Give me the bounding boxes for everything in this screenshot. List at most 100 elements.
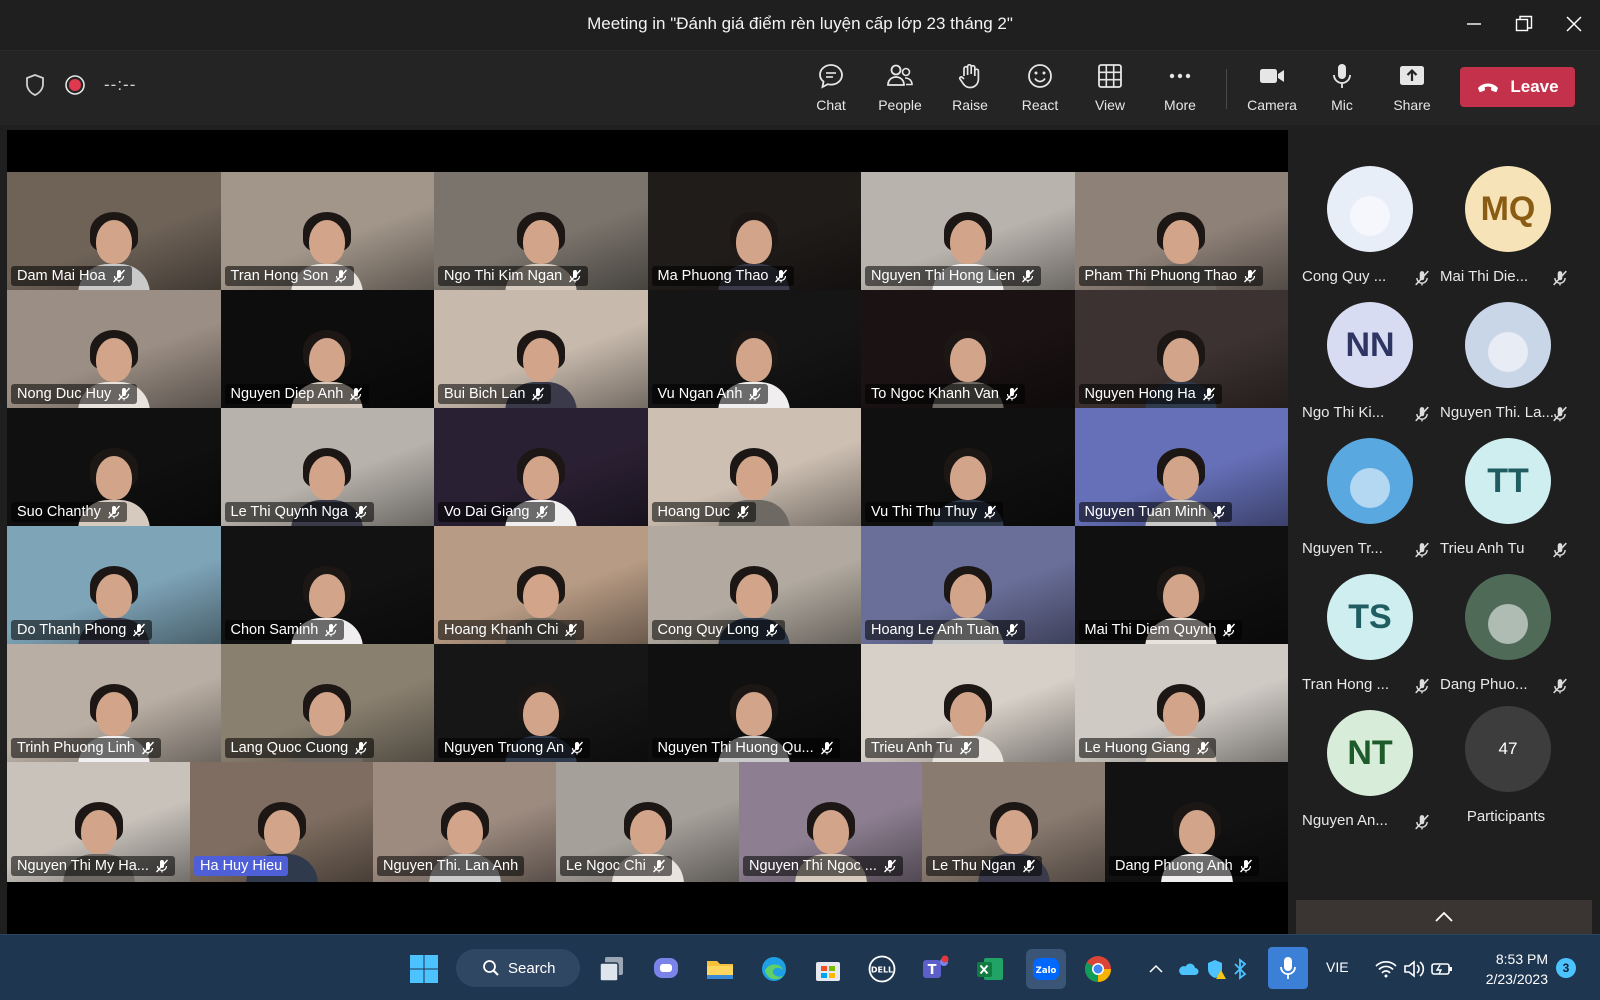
dell-app[interactable]: DELL [864, 951, 900, 987]
video-tile[interactable]: Tran Hong Son [220, 172, 434, 292]
camera-button[interactable]: Camera [1242, 61, 1302, 117]
hand-icon [958, 63, 980, 89]
onedrive-tray-button[interactable] [1176, 951, 1200, 987]
video-tile[interactable]: Nguyen Hong Ha [1074, 290, 1288, 410]
participant-card[interactable]: MQ Mai Thi Die... [1436, 130, 1576, 286]
participant-card[interactable]: Nguyen Thi. La... [1436, 266, 1576, 422]
participant-card[interactable]: NN Ngo Thi Ki... [1298, 266, 1438, 422]
video-tile[interactable]: Nguyen Thi Ngoc ... [739, 762, 922, 882]
video-tile[interactable]: Nguyen Diep Anh [220, 290, 434, 410]
chrome-app[interactable] [1080, 951, 1116, 987]
video-tile[interactable]: Le Ngoc Chi [556, 762, 739, 882]
people-button[interactable]: People [870, 61, 930, 117]
video-tile[interactable]: Le Thi Quynh Nga [220, 408, 434, 528]
chat-button[interactable]: Chat [801, 61, 861, 117]
participant-card[interactable]: Nguyen Tr... [1298, 402, 1438, 558]
show-hidden-icons-button[interactable] [1146, 951, 1166, 987]
close-button[interactable] [1554, 8, 1594, 40]
participant-card[interactable]: NT Nguyen An... [1298, 674, 1438, 830]
video-tile[interactable]: Vu Ngan Anh [647, 290, 861, 410]
start-button[interactable] [406, 951, 442, 987]
shield-icon[interactable] [24, 73, 46, 97]
collapse-panel-button[interactable] [1296, 900, 1592, 934]
video-tile[interactable]: Nguyen Thi Huong Qu... [647, 644, 861, 764]
wifi-tray-button[interactable] [1374, 951, 1398, 987]
video-tile[interactable]: Lang Quoc Cuong [220, 644, 434, 764]
video-tile[interactable]: Trinh Phuong Linh [7, 644, 221, 764]
avatar [1465, 574, 1551, 660]
view-label: View [1094, 97, 1126, 113]
notification-center-button[interactable]: 3 [1556, 958, 1576, 978]
taskbar-clock[interactable]: 8:53 PM 2/23/2023 [1470, 951, 1548, 987]
video-tile[interactable]: Bui Bich Lan [434, 290, 648, 410]
participant-card[interactable]: TS Tran Hong ... [1298, 538, 1438, 694]
store-app[interactable] [810, 951, 846, 987]
zalo-app[interactable]: Zalo [1026, 949, 1066, 989]
taskbar-search[interactable]: Search [456, 949, 580, 987]
mic-off-icon [652, 859, 665, 873]
video-tile[interactable]: Le Thu Ngan [922, 762, 1105, 882]
minimize-button[interactable] [1454, 8, 1494, 40]
input-language[interactable]: VIE [1326, 959, 1349, 975]
video-tile[interactable]: Hoang Khanh Chi [434, 526, 648, 646]
video-tile[interactable]: Do Thanh Phong [7, 526, 221, 646]
task-view-button[interactable] [594, 951, 630, 987]
participant-card[interactable]: Cong Quy ... [1298, 130, 1438, 286]
more-button[interactable]: More [1150, 61, 1210, 117]
teams-chat-app[interactable] [648, 951, 684, 987]
view-button[interactable]: View [1080, 61, 1140, 117]
video-tile[interactable]: Nguyen Tuan Minh [1074, 408, 1288, 528]
video-tile[interactable]: Chon Saminh [220, 526, 434, 646]
video-tile[interactable]: Ha Huy Hieu [190, 762, 373, 882]
participant-name: Do Thanh Phong [17, 622, 127, 638]
participant-card[interactable]: TT Trieu Anh Tu [1436, 402, 1576, 558]
video-row: Do Thanh Phong Chon Saminh Hoang Khanh Chi… [7, 526, 1288, 646]
video-tile[interactable]: Mai Thi Diem Quynh [1074, 526, 1288, 646]
video-tile[interactable]: Nguyen Thi My Ha... [7, 762, 190, 882]
video-tile[interactable]: Nguyen Thi Hong Lien [861, 172, 1075, 292]
participant-name: Ha Huy Hieu [200, 858, 283, 874]
participant-card[interactable]: Dang Phuo... [1436, 538, 1576, 694]
microphone-in-use-button[interactable] [1268, 947, 1308, 989]
video-tile[interactable]: Cong Quy Long [647, 526, 861, 646]
react-button[interactable]: React [1010, 61, 1070, 117]
excel-app[interactable] [972, 951, 1008, 987]
recording-icon[interactable] [64, 74, 86, 96]
video-tile[interactable]: Nguyen Thi. Lan Anh [373, 762, 556, 882]
file-explorer-app[interactable] [702, 951, 738, 987]
battery-tray-button[interactable] [1430, 951, 1454, 987]
video-tile[interactable]: Ma Phuong Thao [647, 172, 861, 292]
people-label: People [878, 97, 922, 113]
bluetooth-tray-button[interactable] [1230, 951, 1250, 987]
participant-name: Nguyen Thi Ngoc ... [749, 858, 877, 874]
video-tile[interactable]: Trieu Anh Tu [861, 644, 1075, 764]
video-tile[interactable]: Nguyen Truong An [434, 644, 648, 764]
share-button[interactable]: Share [1382, 61, 1442, 117]
edge-browser-app[interactable] [756, 951, 792, 987]
teams-app[interactable]: T [918, 951, 954, 987]
video-tile[interactable]: Suo Chanthy [7, 408, 221, 528]
video-tile[interactable]: Hoang Le Anh Tuan [861, 526, 1075, 646]
video-tile[interactable]: Vu Thi Thu Thuy [861, 408, 1075, 528]
mic-off-icon [775, 269, 788, 283]
restore-button[interactable] [1504, 8, 1544, 40]
video-tile[interactable]: Dang Phuong Anh [1105, 762, 1288, 882]
video-tile[interactable]: Ngo Thi Kim Ngan [434, 172, 648, 292]
video-tile[interactable]: Dam Mai Hoa [7, 172, 221, 292]
volume-tray-button[interactable] [1402, 951, 1426, 987]
cloud-icon [1179, 963, 1199, 975]
video-tile[interactable]: Hoang Duc [647, 408, 861, 528]
raise-hand-button[interactable]: Raise [940, 61, 1000, 117]
leave-button[interactable]: Leave [1460, 67, 1575, 107]
participants-label: Participants [1466, 808, 1546, 825]
more-participants-button[interactable]: 47 Participants [1436, 670, 1576, 825]
security-tray-button[interactable] [1204, 951, 1228, 987]
video-tile[interactable]: To Ngoc Khanh Van [861, 290, 1075, 410]
video-tile[interactable]: Nong Duc Huy [7, 290, 221, 410]
video-tile[interactable]: Pham Thi Phuong Thao [1074, 172, 1288, 292]
edge-icon [762, 957, 786, 981]
participant-name-tag: Nguyen Thi Huong Qu... [651, 738, 840, 758]
mic-button[interactable]: Mic [1312, 61, 1372, 117]
video-tile[interactable]: Vo Dai Giang [434, 408, 648, 528]
video-tile[interactable]: Le Huong Giang [1074, 644, 1288, 764]
